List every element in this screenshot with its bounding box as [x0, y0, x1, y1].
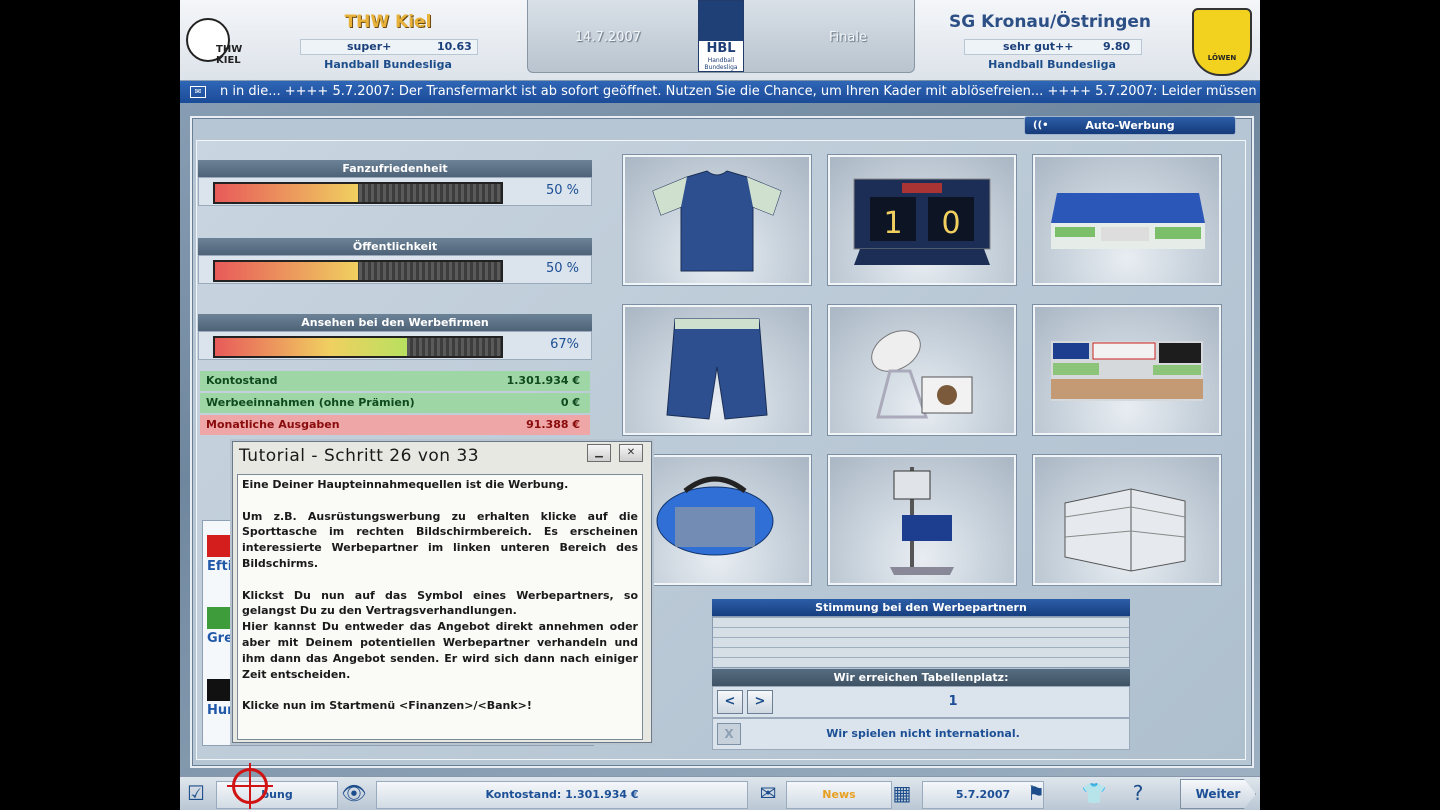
stat-percent: 50 %	[545, 183, 579, 198]
ad-slot-tv[interactable]	[828, 305, 1016, 435]
auto-werbung-button[interactable]: ((• Auto-Werbung	[1024, 116, 1236, 135]
ad-slot-trikot[interactable]	[623, 155, 811, 285]
ad-slot-anzeigetafel[interactable]: 1 0	[828, 155, 1016, 285]
ad-slot-bande[interactable]	[1033, 305, 1221, 435]
stat-fanzufriedenheit: Fanzufriedenheit 50 %	[198, 160, 592, 206]
shirt-icon	[652, 170, 782, 272]
progress-bar	[213, 260, 503, 282]
kontostand-label: Kontostand	[206, 374, 278, 387]
away-rating-value: 9.80	[1103, 40, 1131, 53]
werbeeinnahmen-label: Werbeeinnahmen (ohne Prämien)	[206, 396, 415, 409]
stat-title: Fanzufriedenheit	[198, 160, 592, 177]
home-rating-value: 10.63	[437, 40, 472, 53]
home-team-name: THW Kiel	[344, 12, 432, 32]
stand-icon	[1051, 193, 1205, 249]
team-icon[interactable]: ⚑	[1022, 779, 1050, 807]
shorts-icon	[666, 318, 768, 420]
home-rating-label: super+	[347, 40, 392, 53]
home-team-rating: super+ 10.63	[300, 39, 478, 55]
ausgaben-row: Monatliche Ausgaben 91.388 €	[200, 415, 590, 435]
arena-icon	[1064, 488, 1186, 572]
ad-slot-kamera[interactable]	[828, 455, 1016, 585]
away-team-logo: LÖWEN	[1192, 8, 1252, 76]
match-date: 14.7.2007	[574, 30, 642, 45]
banner-icon	[1051, 341, 1203, 401]
hbl-logo: HBL Handball Bundesliga	[698, 0, 744, 72]
weiter-button[interactable]: Weiter	[1180, 779, 1256, 809]
away-team-league: Handball Bundesliga	[988, 58, 1116, 71]
away-rating-label: sehr gut++	[1003, 40, 1074, 53]
tutorial-title: Tutorial - Schritt 26 von 33	[239, 446, 480, 466]
satellite-icon	[871, 330, 973, 419]
help-icon[interactable]: ?	[1124, 779, 1152, 807]
progress-bar	[213, 182, 503, 204]
signal-icon: ((•	[1033, 120, 1049, 131]
minimize-button[interactable]: ▁	[587, 444, 611, 462]
stat-percent: 67%	[550, 337, 579, 352]
svg-text:1: 1	[883, 206, 902, 241]
ausgaben-value: 91.388 €	[526, 418, 580, 431]
match-header: THW KIEL THW Kiel super+ 10.63 Handball …	[180, 0, 1260, 80]
green-logo	[207, 607, 231, 629]
game-screen: THW KIEL THW Kiel super+ 10.63 Handball …	[180, 0, 1260, 810]
ad-slot-halle[interactable]	[1033, 455, 1221, 585]
kontostand-value: 1.301.934 €	[506, 374, 580, 387]
kontostand-row: Kontostand 1.301.934 €	[200, 371, 590, 391]
ad-slot-tribuene[interactable]	[1033, 155, 1221, 285]
camera-icon	[890, 467, 954, 575]
mail-icon: ✉	[190, 86, 206, 98]
prev-arrow-button[interactable]: <	[717, 690, 743, 714]
tutorial-dialog: Tutorial - Schritt 26 von 33 ▁ ✕ Eine De…	[232, 441, 652, 743]
shirt-icon[interactable]: 👕	[1080, 779, 1108, 807]
scoreboard-icon: 1 0	[853, 178, 991, 265]
ticker-text: n in die... ++++ 5.7.2007: Der Transferm…	[220, 84, 1257, 99]
eye-icon[interactable]: 👁	[340, 779, 368, 807]
svg-text:0: 0	[941, 206, 960, 241]
stimmung-list	[712, 616, 1130, 668]
home-team-logo: THW KIEL	[186, 18, 248, 66]
tutorial-paragraph: Klickst Du nun auf das Symbol eines Werb…	[242, 588, 638, 618]
match-info-panel: 14.7.2007 HBL Handball Bundesliga Finale	[527, 0, 915, 73]
stat-ansehen-werbefirmen: Ansehen bei den Werbefirmen 67%	[198, 314, 592, 360]
checklist-icon[interactable]: ☑	[182, 779, 210, 807]
tutorial-paragraph: Um z.B. Ausrüstungswerbung zu erhalten k…	[242, 509, 638, 570]
close-button[interactable]: ✕	[619, 444, 643, 462]
black-logo	[207, 679, 231, 701]
news-ticker[interactable]: ✉ n in die... ++++ 5.7.2007: Der Transfe…	[180, 81, 1260, 103]
home-team-league: Handball Bundesliga	[324, 58, 452, 71]
stat-title: Öffentlichkeit	[198, 238, 592, 255]
werbeeinnahmen-row: Werbeeinnahmen (ohne Prämien) 0 €	[200, 393, 590, 413]
crosshair-cursor-icon	[227, 763, 273, 809]
news-button[interactable]: News	[786, 781, 892, 809]
stat-oeffentlichkeit: Öffentlichkeit 50 %	[198, 238, 592, 284]
red-square-logo	[207, 535, 231, 557]
calendar-icon[interactable]: ▦	[888, 779, 916, 807]
ausgaben-label: Monatliche Ausgaben	[206, 418, 340, 431]
stat-title: Ansehen bei den Werbefirmen	[198, 314, 592, 331]
international-checkbox[interactable]: X	[717, 723, 741, 745]
international-row: X Wir spielen nicht international.	[712, 718, 1130, 750]
tutorial-text: Eine Deiner Haupteinnahmequellen ist die…	[237, 474, 643, 740]
away-team-rating: sehr gut++ 9.80	[964, 39, 1142, 55]
auto-werbung-label: Auto-Werbung	[1085, 119, 1175, 132]
mail-icon[interactable]: ✉	[754, 779, 782, 807]
tutorial-paragraph: Hier kannst Du entweder das Angebot dire…	[242, 620, 638, 681]
away-team-name: SG Kronau/Östringen	[948, 12, 1152, 32]
international-text: Wir spielen nicht international.	[826, 727, 1020, 740]
tabellenplatz-selector: < > 1	[712, 686, 1130, 718]
stat-percent: 50 %	[545, 261, 579, 276]
werbeeinnahmen-value: 0 €	[560, 396, 580, 409]
bag-icon	[656, 476, 774, 556]
tabellenplatz-value: 1	[948, 694, 958, 709]
next-arrow-button[interactable]: >	[747, 690, 773, 714]
tutorial-paragraph: Eine Deiner Haupteinnahmequellen ist die…	[242, 478, 569, 491]
tutorial-paragraph: Klicke nun im Startmenü <Finanzen>/<Bank…	[242, 699, 532, 713]
tabellenplatz-title: Wir erreichen Tabellenplatz:	[712, 669, 1130, 686]
bottom-menu-bar: ☑ bung 👁 Kontostand: 1.301.934 € ✉ News …	[180, 776, 1260, 810]
ad-slot-hose[interactable]	[623, 305, 811, 435]
match-round: Finale	[829, 30, 867, 45]
progress-bar	[213, 336, 503, 358]
stimmung-title: Stimmung bei den Werbepartnern	[712, 599, 1130, 616]
kontostand-display: Kontostand: 1.301.934 €	[376, 781, 748, 809]
